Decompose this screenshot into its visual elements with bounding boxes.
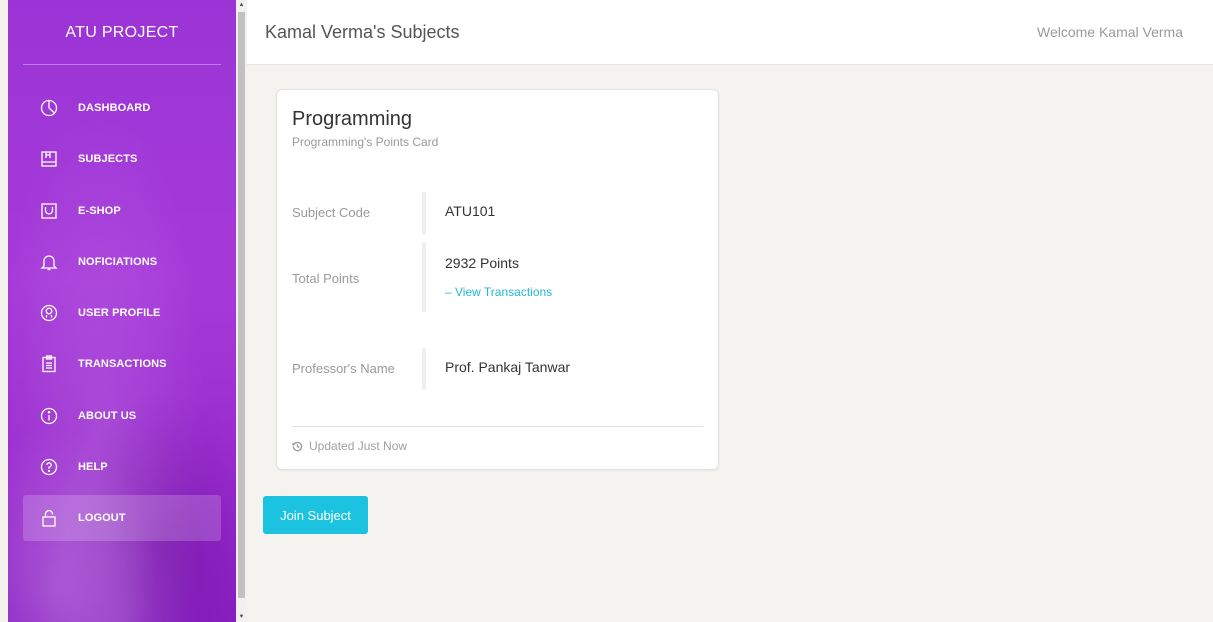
subject-code-label: Subject Code <box>292 205 371 220</box>
sidebar-nav: DASHBOARD SUBJECTS E-SHOP NOFICIATIONS U… <box>8 65 236 542</box>
total-points-label: Total Points <box>292 271 360 286</box>
scroll-down-arrow-icon[interactable]: ▼ <box>236 612 247 622</box>
subject-card: Programming Programming's Points Card Su… <box>276 89 719 470</box>
professor-label: Professor's Name <box>292 361 395 376</box>
subject-code-row: Subject Code ATU101 <box>292 192 702 234</box>
book-icon <box>40 150 58 168</box>
total-points-value: 2932 Points <box>445 255 519 271</box>
sidebar-item-help[interactable]: HELP <box>23 444 221 490</box>
brand-title[interactable]: ATU PROJECT <box>8 0 236 65</box>
card-subtitle: Programming's Points Card <box>292 135 439 149</box>
sidebar: ATU PROJECT DASHBOARD SUBJECTS E-SHOP NO… <box>8 0 236 622</box>
join-subject-button[interactable]: Join Subject <box>263 496 368 534</box>
sidebar-item-user-profile[interactable]: USER PROFILE <box>23 290 221 336</box>
row-divider <box>422 348 426 390</box>
sidebar-item-dashboard[interactable]: DASHBOARD <box>23 85 221 131</box>
sidebar-item-transactions[interactable]: TRANSACTIONS <box>23 341 221 387</box>
sidebar-item-logout[interactable]: LOGOUT <box>23 495 221 542</box>
sidebar-item-label: ABOUT US <box>78 409 137 422</box>
card-footer: Updated Just Now <box>292 439 407 453</box>
scroll-thumb[interactable] <box>238 12 245 598</box>
info-icon <box>40 407 58 425</box>
card-title: Programming <box>292 108 413 130</box>
sidebar-item-about-us[interactable]: ABOUT US <box>23 393 221 439</box>
updated-text: Updated Just Now <box>309 439 408 453</box>
welcome-text: Welcome Kamal Verma <box>1036 24 1183 40</box>
bag-icon <box>40 202 58 220</box>
bell-icon <box>40 253 58 271</box>
sidebar-item-notifications[interactable]: NOFICIATIONS <box>23 239 221 285</box>
sidebar-item-label: LOGOUT <box>78 512 126 525</box>
row-divider <box>422 192 426 234</box>
user-circle-icon <box>40 304 58 322</box>
top-navbar: Kamal Verma's Subjects Welcome Kamal Ver… <box>247 0 1213 65</box>
scroll-up-arrow-icon[interactable]: ▲ <box>236 0 247 10</box>
help-icon <box>40 458 58 476</box>
sidebar-item-label: NOFICIATIONS <box>78 255 158 268</box>
sidebar-item-label: SUBJECTS <box>78 153 138 166</box>
sidebar-item-eshop[interactable]: E-SHOP <box>23 188 221 234</box>
card-divider <box>292 426 703 427</box>
sidebar-item-label: DASHBOARD <box>78 102 151 114</box>
sidebar-item-label: TRANSACTIONS <box>78 358 167 371</box>
sidebar-item-label: USER PROFILE <box>78 307 161 320</box>
professor-value: Prof. Pankaj Tanwar <box>445 359 571 375</box>
professor-row: Professor's Name Prof. Pankaj Tanwar <box>292 348 702 390</box>
clipboard-icon <box>40 355 58 373</box>
sidebar-item-subjects[interactable]: SUBJECTS <box>23 136 221 182</box>
lock-icon <box>40 509 58 528</box>
row-divider <box>422 242 426 312</box>
view-transactions-link[interactable]: – View Transactions <box>445 285 552 299</box>
sidebar-item-label: E-SHOP <box>78 204 121 217</box>
history-icon <box>292 441 303 452</box>
sidebar-scrollbar[interactable]: ▲ ▼ <box>236 0 247 622</box>
subject-code-value: ATU101 <box>445 203 496 219</box>
pie-chart-icon <box>40 99 58 117</box>
total-points-row: Total Points 2932 Points – View Transact… <box>292 242 702 312</box>
page-title: Kamal Verma's Subjects <box>265 21 460 42</box>
sidebar-item-label: HELP <box>78 461 108 474</box>
